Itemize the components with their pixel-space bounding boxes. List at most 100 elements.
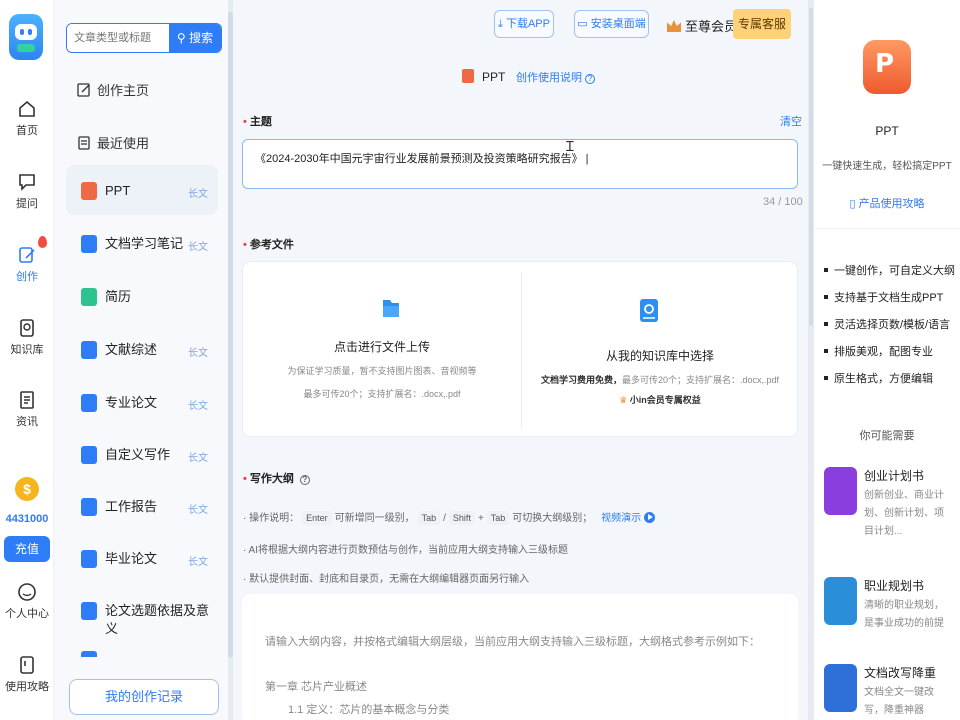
menu-item-resume[interactable]: 简历 [66, 271, 218, 321]
card-description: 文档全文一键改写，降重神器 [864, 687, 934, 716]
product-guide-label: 产品使用攻略 [858, 198, 925, 210]
long-text-badge: 长文 [188, 557, 208, 568]
long-text-badge: 长文 [188, 189, 208, 200]
coin-icon: $ [15, 477, 39, 501]
vip-status[interactable]: 至尊会员 [667, 16, 737, 35]
reference-label: • 参考文件 [243, 239, 294, 251]
user-icon [18, 583, 36, 601]
outline-label-text: 写作大纲 [249, 473, 294, 485]
upload-title: 点击进行文件上传 [333, 340, 430, 354]
crown-icon: ♛ [619, 395, 628, 405]
word-doc-icon [81, 394, 97, 412]
graduation-cap-icon [81, 550, 97, 568]
create-home-link[interactable]: 创作主页 [77, 80, 149, 99]
nav-home-label: 首页 [16, 125, 38, 137]
knowledge-base-area[interactable]: 从我的知识库中选择 文档学习费用免费，最多可传20个；支持扩展名：.docx,.… [521, 262, 799, 438]
recent-label: 最近使用 [97, 136, 150, 151]
nav-knowledge[interactable]: 知识库 [0, 318, 54, 357]
key-tab: Tab [417, 511, 441, 525]
suggestion-card-career-plan[interactable]: 职业规划书 清晰的职业规划，是事业成功的前提 [824, 577, 956, 637]
upload-area[interactable]: 点击进行文件上传 为保证学习质量，暂不支持图片图表、音视频等 最多可传20个；支… [243, 262, 521, 438]
long-text-badge: 长文 [188, 401, 208, 412]
feature-item: 排版美观，配图专业 [824, 343, 933, 359]
long-text-badge: 长文 [188, 242, 208, 253]
my-records-button[interactable]: 我的创作记录 [69, 679, 219, 715]
hot-flame-icon [38, 236, 47, 248]
knowledge-base-note: 文档学习费用免费，最多可传20个；支持扩展名：.docx,.pdf [521, 373, 799, 386]
search-box: ⚲ 搜索 [66, 23, 222, 53]
monitor-icon: ▭ [577, 18, 588, 30]
feature-item: 一键创作，可自定义大纲 [824, 262, 955, 278]
product-guide-link[interactable]: ▯ 产品使用攻略 [814, 195, 960, 211]
recent-link[interactable]: 最近使用 [77, 133, 149, 152]
key-shift: Shift [448, 511, 475, 525]
feature-item: 原生格式，方便编辑 [824, 370, 933, 386]
product-info-panel: P PPT 一键快速生成，轻松搞定PPT ▯ 产品使用攻略 一键创作，可自定义大… [814, 0, 960, 720]
nav-news-label: 资讯 [16, 416, 38, 428]
menu-item-work-report[interactable]: 工作报告 长文 [66, 481, 218, 531]
video-demo-link[interactable]: 视频演示 [601, 512, 656, 524]
pen-icon [19, 247, 35, 263]
word-doc-icon [81, 651, 97, 657]
outline-example-section: 1.1 定义：芯片的基本概念与分类 [288, 704, 450, 716]
long-text-badge: 长文 [188, 505, 208, 516]
menu-item-label: 文档学习笔记 [105, 236, 184, 251]
menu-item-ppt[interactable]: PPT 长文 [66, 165, 218, 215]
menu-item-label: 文献综述 [105, 342, 158, 357]
menu-item-graduation-thesis[interactable]: 毕业论文 长文 [66, 533, 218, 583]
product-title: PPT [875, 124, 899, 138]
nav-guide[interactable]: 使用攻略 [0, 655, 54, 694]
menu-item-label: 简历 [105, 289, 132, 304]
home-icon [19, 100, 35, 117]
custom-pen-icon [81, 446, 97, 464]
nav-profile[interactable]: 个人中心 [0, 582, 54, 621]
search-input[interactable] [67, 24, 169, 52]
suggestion-card-rewrite[interactable]: 文档改写降重 文档全文一键改写，降重神器 [824, 664, 956, 720]
icon-navigation-bar: 首页 提问 创作 知识库 资讯 $ 4431000 充值 个人中心 使用攻略 [0, 0, 54, 720]
exclusive-service-button[interactable]: 专属客服 [733, 9, 791, 39]
knowledge-base-title: 从我的知识库中选择 [605, 349, 714, 363]
play-icon [644, 512, 656, 523]
nav-create[interactable]: 创作 [0, 245, 54, 284]
menu-item-partial [66, 637, 218, 657]
key-tab-2: Tab [486, 511, 510, 525]
ppt-icon: P [863, 40, 911, 94]
topic-input[interactable]: 《2024-2030年中国元宇宙行业发展前景预测及投资策略研究报告》 | [242, 139, 798, 189]
report-icon [81, 498, 97, 516]
clear-button[interactable]: 清空 [780, 113, 802, 129]
menu-item-professional-paper[interactable]: 专业论文 长文 [66, 377, 218, 427]
op-text-2: 可切换大纲级别； [512, 513, 593, 524]
nav-news[interactable]: 资讯 [0, 390, 54, 429]
help-icon[interactable]: ? [299, 475, 310, 485]
ppt-icon [81, 182, 97, 200]
menu-item-study-notes[interactable]: 文档学习笔记 长文 [66, 218, 218, 268]
suggestion-card-business-plan[interactable]: 创业计划书 创新创业、商业计划、创新计划、项目计划... [824, 467, 956, 547]
app-logo[interactable] [9, 14, 43, 60]
search-button[interactable]: ⚲ 搜索 [169, 24, 221, 52]
menu-item-literature-review[interactable]: 文献综述 长文 [66, 324, 218, 374]
nav-home[interactable]: 首页 [0, 99, 54, 138]
page-title-text: PPT [482, 70, 506, 84]
usage-guide-link[interactable]: 创作使用说明? [516, 69, 595, 85]
edit-icon [77, 83, 90, 97]
card-description: 清晰的职业规划，是事业成功的前提 [864, 600, 944, 629]
usage-guide-label: 创作使用说明 [516, 72, 582, 84]
card-title: 职业规划书 [864, 579, 925, 593]
topic-label-text: 主题 [249, 116, 272, 128]
knowledge-icon [20, 319, 34, 337]
menu-item-topic-rationale[interactable]: 论文选题依据及意义 [66, 585, 218, 636]
menu-item-label: PPT [105, 183, 131, 198]
menu-item-custom-writing[interactable]: 自定义写作 长文 [66, 429, 218, 479]
recharge-button[interactable]: 充值 [4, 536, 50, 562]
outline-label: • 写作大纲? [243, 470, 310, 486]
nav-ask[interactable]: 提问 [0, 172, 54, 211]
nav-knowledge-label: 知识库 [10, 344, 44, 356]
help-icon: ? [585, 74, 595, 84]
operation-note: · 操作说明： Enter 可新增同一级别， Tab / Shift + Tab 可切换大纲级别… [243, 509, 656, 525]
menu-item-label: 专业论文 [105, 395, 158, 410]
word-doc-icon [81, 602, 97, 620]
install-desktop-button[interactable]: ▭ 安装桌面端 [574, 10, 649, 38]
topic-label: • 主题 [243, 116, 272, 128]
download-app-button[interactable]: ⤓ 下载APP [494, 10, 554, 38]
outline-editor[interactable]: 请输入大纲内容，并按格式编辑大纲层级，当前应用大纲支持输入三级标题，大纲格式参考… [242, 594, 798, 720]
